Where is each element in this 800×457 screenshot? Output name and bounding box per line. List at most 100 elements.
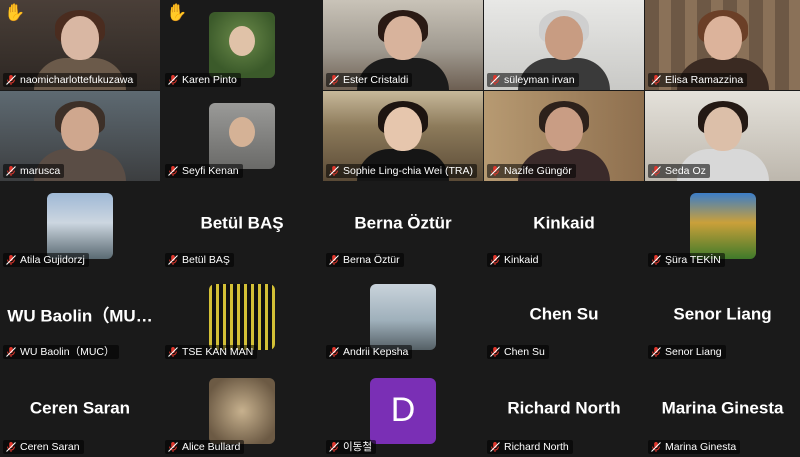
mic-muted-icon (651, 442, 661, 452)
participant-name-text: Marina Ginesta (665, 441, 737, 453)
participant-name-text: Seda Oz (665, 165, 706, 177)
participant-name-text: Chen Su (504, 346, 545, 358)
avatar-initial: D (370, 377, 436, 444)
mic-muted-icon (651, 347, 661, 357)
participant-tile[interactable]: Ceren Saran Ceren Saran (0, 364, 160, 457)
mic-muted-icon (6, 347, 16, 357)
participant-tile[interactable]: Sophie Ling-chia Wei (TRA) (323, 91, 483, 181)
participant-name-label: Elisa Ramazzina (648, 73, 748, 87)
participant-name-label: TSE KAN MAN (165, 345, 258, 359)
participant-name-label: Betül BAŞ (165, 253, 234, 267)
participant-tile[interactable]: TSE KAN MAN (162, 272, 322, 362)
participant-name-text: Ester Cristaldi (343, 74, 409, 86)
participant-name-label: Andrii Kepsha (326, 345, 413, 359)
mic-muted-icon (490, 255, 500, 265)
participant-name-label: Berna Öztür (326, 253, 404, 267)
participant-name-text: Şüra TEKİN (665, 254, 721, 266)
mic-muted-icon (6, 166, 16, 176)
participant-tile[interactable]: Ester Cristaldi (323, 0, 483, 90)
participant-display-name: Kinkaid (533, 213, 595, 233)
raised-hand-icon: ✋ (4, 3, 26, 22)
mic-muted-icon (329, 255, 339, 265)
participant-display-name: Marina Ginesta (661, 398, 784, 418)
participant-name-label: 이동철 (326, 440, 376, 454)
participant-display-name: Richard North (507, 398, 621, 418)
mic-muted-icon (6, 442, 16, 452)
participant-tile[interactable]: Nazife Güngör (484, 91, 644, 181)
mic-muted-icon (490, 442, 500, 452)
profile-photo (209, 103, 275, 169)
mic-muted-icon (168, 75, 178, 85)
mic-muted-icon (168, 442, 178, 452)
mic-muted-icon (490, 347, 500, 357)
participant-tile[interactable]: Andrii Kepsha (323, 272, 483, 362)
participant-display-name: Chen Su (529, 304, 599, 324)
participant-name-text: Elisa Ramazzina (665, 74, 744, 86)
participant-tile[interactable]: Berna Öztür Berna Öztür (323, 182, 483, 270)
participant-name-text: süleyman irvan (504, 74, 575, 86)
mic-muted-icon (651, 75, 661, 85)
mic-muted-icon (490, 75, 500, 85)
participant-gallery: ✋ naomicharlottefukuzawa ✋ Karen Pinto Ester… (0, 0, 800, 457)
participant-name-label: Atila Gujidorzj (3, 253, 89, 267)
participant-name-text: Sophie Ling-chia Wei (TRA) (343, 165, 473, 177)
profile-photo (209, 377, 275, 444)
participant-name-text: naomicharlottefukuzawa (20, 74, 134, 86)
participant-name-text: Seyfi Kenan (182, 165, 239, 177)
participant-tile[interactable]: Seyfi Kenan (162, 91, 322, 181)
participant-tile[interactable]: Senor Liang Senor Liang (645, 272, 800, 362)
participant-name-label: süleyman irvan (487, 73, 579, 87)
participant-name-text: TSE KAN MAN (182, 346, 254, 358)
mic-muted-icon (6, 255, 16, 265)
participant-tile[interactable]: Şüra TEKİN (645, 182, 800, 270)
participant-name-text: Betül BAŞ (182, 254, 230, 266)
participant-display-name: Berna Öztür (354, 213, 452, 233)
mic-muted-icon (329, 166, 339, 176)
participant-tile[interactable]: Marina Ginesta Marina Ginesta (645, 364, 800, 457)
participant-name-label: marusca (3, 164, 65, 178)
participant-name-text: Berna Öztür (343, 254, 400, 266)
participant-tile[interactable]: ✋ Karen Pinto (162, 0, 322, 90)
mic-muted-icon (6, 75, 16, 85)
participant-name-text: Atila Gujidorzj (20, 254, 85, 266)
participant-tile[interactable]: ✋ naomicharlottefukuzawa (0, 0, 160, 90)
participant-name-label: Karen Pinto (165, 73, 241, 87)
participant-name-label: Ceren Saran (3, 440, 84, 454)
profile-photo (47, 193, 113, 259)
participant-name-text: Alice Bullard (182, 441, 241, 453)
participant-name-label: Nazife Güngör (487, 164, 576, 178)
profile-photo (370, 284, 436, 350)
participant-tile[interactable]: Chen Su Chen Su (484, 272, 644, 362)
participant-tile[interactable]: Elisa Ramazzina (645, 0, 800, 90)
participant-name-label: Marina Ginesta (648, 440, 741, 454)
participant-tile[interactable]: D 이동철 (323, 364, 483, 457)
participant-name-label: Ester Cristaldi (326, 73, 413, 87)
participant-name-text: WU Baolin（MUC） (20, 346, 115, 358)
participant-name-label: Chen Su (487, 345, 549, 359)
participant-name-label: Sophie Ling-chia Wei (TRA) (326, 164, 477, 178)
participant-tile[interactable]: Kinkaid Kinkaid (484, 182, 644, 270)
mic-muted-icon (168, 255, 178, 265)
participant-name-text: Richard North (504, 441, 569, 453)
participant-tile[interactable]: süleyman irvan (484, 0, 644, 90)
participant-name-text: Ceren Saran (20, 441, 80, 453)
participant-name-label: Kinkaid (487, 253, 543, 267)
profile-photo (689, 193, 756, 259)
participant-name-text: Karen Pinto (182, 74, 237, 86)
participant-name-label: Senor Liang (648, 345, 726, 359)
participant-name-text: 이동철 (343, 441, 372, 453)
participant-tile[interactable]: Betül BAŞ Betül BAŞ (162, 182, 322, 270)
participant-tile[interactable]: Atila Gujidorzj (0, 182, 160, 270)
participant-name-label: naomicharlottefukuzawa (3, 73, 138, 87)
raised-hand-icon: ✋ (166, 3, 188, 22)
mic-muted-icon (329, 75, 339, 85)
mic-muted-icon (651, 166, 661, 176)
participant-display-name: Betül BAŞ (200, 213, 284, 233)
participant-tile[interactable]: Alice Bullard (162, 364, 322, 457)
participant-tile[interactable]: marusca (0, 91, 160, 181)
participant-name-label: WU Baolin（MUC） (3, 345, 119, 359)
participant-tile[interactable]: WU Baolin（MU… WU Baolin（MUC） (0, 272, 160, 362)
participant-tile[interactable]: Richard North Richard North (484, 364, 644, 457)
participant-display-name: WU Baolin（MU… (7, 306, 153, 326)
participant-tile[interactable]: Seda Oz (645, 91, 800, 181)
